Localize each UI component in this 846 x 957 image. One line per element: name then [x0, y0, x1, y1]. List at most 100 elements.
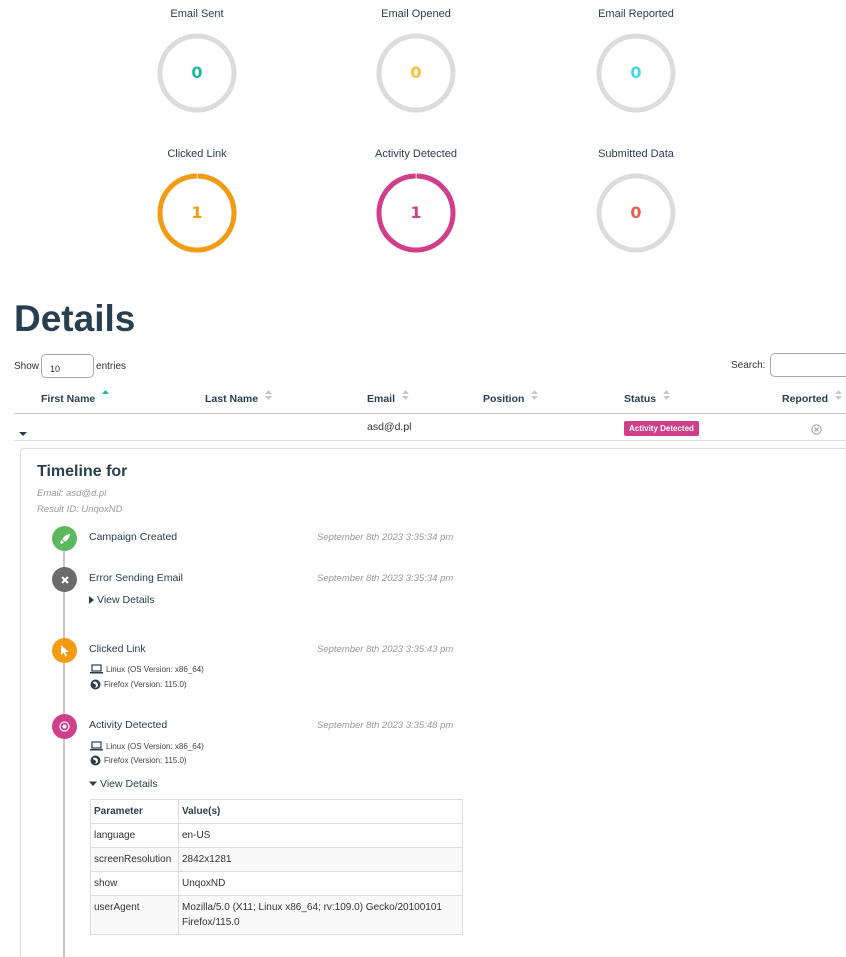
column-header: Value(s) — [178, 799, 463, 824]
column-header-label: Status — [624, 393, 657, 405]
event-details-table: Parameter Value(s) language en-US screen… — [90, 799, 463, 935]
column-header-reported[interactable]: Reported — [782, 390, 843, 405]
timeline-email: Email: asd@d.pl — [37, 488, 107, 499]
stat-email-sent: Email Sent 0 — [97, 7, 297, 115]
caret-right-icon — [89, 596, 94, 604]
view-details-label: View Details — [97, 594, 155, 606]
column-header-label: Last Name — [205, 393, 259, 405]
browser-info: Firefox (Version: 115.0) — [90, 755, 187, 766]
stat-ring: 1 — [376, 173, 456, 253]
sort-icon — [265, 390, 273, 401]
timeline-event-date: September 8th 2023 3:35:34 pm — [317, 573, 454, 584]
stat-label: Clicked Link — [167, 148, 227, 160]
timeline-event-name: Clicked Link — [89, 643, 146, 655]
table-header-row: Parameter Value(s) — [90, 799, 463, 824]
stat-value: 1 — [410, 203, 421, 222]
entries-length-control: Show 10 entries — [14, 354, 126, 378]
stat-ring: 0 — [157, 33, 237, 113]
stat-value: 0 — [630, 63, 641, 82]
firefox-icon — [90, 679, 101, 690]
browser-info: Firefox (Version: 115.0) — [90, 679, 187, 690]
view-details-label: View Details — [100, 778, 158, 790]
os-info: Linux (OS Version: x86_64) — [90, 741, 204, 751]
browser-label: Firefox (Version: 115.0) — [104, 756, 187, 765]
column-header: Parameter — [90, 799, 179, 824]
timeline-event-name: Activity Detected — [89, 719, 168, 731]
column-header-label: Reported — [782, 393, 829, 405]
value-cell: Mozilla/5.0 (X11; Linux x86_64; rv:109.0… — [178, 895, 463, 935]
table-row-divider — [14, 440, 846, 441]
rocket-icon — [59, 533, 70, 544]
column-header-email[interactable]: Email — [367, 390, 409, 405]
column-header-last-name[interactable]: Last Name — [205, 390, 273, 405]
stat-ring: 0 — [596, 33, 676, 113]
os-label: Linux (OS Version: x86_64) — [106, 741, 204, 751]
column-header-status[interactable]: Status — [624, 390, 671, 405]
sort-icon — [401, 390, 409, 401]
view-details-toggle[interactable]: View Details — [89, 778, 158, 790]
timeline-event-name: Error Sending Email — [89, 572, 183, 584]
column-header-position[interactable]: Position — [483, 390, 539, 405]
value-cell: UnqoxND — [178, 871, 463, 896]
value-cell: en-US — [178, 823, 463, 848]
parameter-cell: show — [90, 871, 179, 896]
timeline-result-id: Result ID: UnqoxND — [37, 504, 123, 515]
timeline-dot — [52, 567, 77, 592]
stat-email-reported: Email Reported 0 — [536, 7, 736, 115]
stat-ring: 0 — [596, 173, 676, 253]
stat-ring: 0 — [376, 33, 456, 113]
search-input[interactable] — [770, 353, 846, 377]
sort-icon — [835, 390, 843, 401]
parameter-cell: language — [90, 823, 179, 848]
caret-down-icon — [19, 432, 27, 436]
column-header-label: Email — [367, 393, 396, 405]
timeline-event-date: September 8th 2023 3:35:34 pm — [317, 532, 454, 543]
timeline-dot — [52, 638, 77, 663]
table-row: show UnqoxND — [90, 871, 463, 896]
cursor-icon — [60, 644, 69, 656]
timeline-dot — [52, 526, 77, 551]
column-header-label: First Name — [41, 393, 96, 405]
stat-email-opened: Email Opened 0 — [316, 7, 516, 115]
firefox-icon — [90, 755, 101, 766]
value-cell: 2842x1281 — [178, 847, 463, 872]
column-header-first-name[interactable]: First Name — [41, 390, 110, 405]
table-row: userAgent Mozilla/5.0 (X11; Linux x86_64… — [90, 895, 463, 935]
parameter-cell: userAgent — [90, 895, 179, 935]
stat-value: 1 — [191, 203, 202, 222]
caret-down-icon — [89, 781, 97, 786]
stat-activity-detected: Activity Detected 1 — [316, 147, 516, 255]
table-row: screenResolution 2842x1281 — [90, 847, 463, 872]
stat-label: Submitted Data — [598, 148, 674, 160]
timeline-event-date: September 8th 2023 3:35:43 pm — [317, 644, 454, 655]
details-title: Details — [14, 298, 136, 339]
laptop-icon — [90, 741, 103, 751]
show-label: Show — [14, 360, 40, 372]
not-reported-icon — [811, 422, 822, 440]
stat-clicked-link: Clicked Link 1 — [97, 147, 297, 255]
search-control: Search: — [731, 353, 846, 377]
table-header-divider — [14, 413, 846, 414]
timeline-event-name: Campaign Created — [89, 531, 178, 543]
table-row: language en-US — [90, 823, 463, 848]
stat-label: Email Reported — [598, 8, 674, 20]
sort-icon — [663, 390, 671, 401]
view-details-toggle[interactable]: View Details — [89, 594, 155, 606]
stat-label: Activity Detected — [375, 148, 457, 160]
entries-length-select[interactable]: 10 — [41, 354, 95, 378]
stat-value: 0 — [410, 63, 421, 82]
parameter-cell: screenResolution — [90, 847, 179, 872]
laptop-icon — [90, 664, 103, 674]
cell-email: asd@d.pl — [367, 421, 412, 433]
close-icon — [60, 575, 69, 584]
timeline-event-date: September 8th 2023 3:35:48 pm — [317, 720, 454, 731]
status-badge: Activity Detected — [624, 421, 699, 436]
os-info: Linux (OS Version: x86_64) — [90, 664, 204, 674]
stat-value: 0 — [191, 63, 202, 82]
stat-label: Email Opened — [381, 8, 451, 20]
timeline-title: Timeline for — [37, 463, 128, 480]
stat-submitted-data: Submitted Data 0 — [536, 147, 736, 255]
stat-value: 0 — [630, 203, 641, 222]
sort-asc-icon — [102, 390, 110, 400]
browser-label: Firefox (Version: 115.0) — [104, 680, 187, 689]
